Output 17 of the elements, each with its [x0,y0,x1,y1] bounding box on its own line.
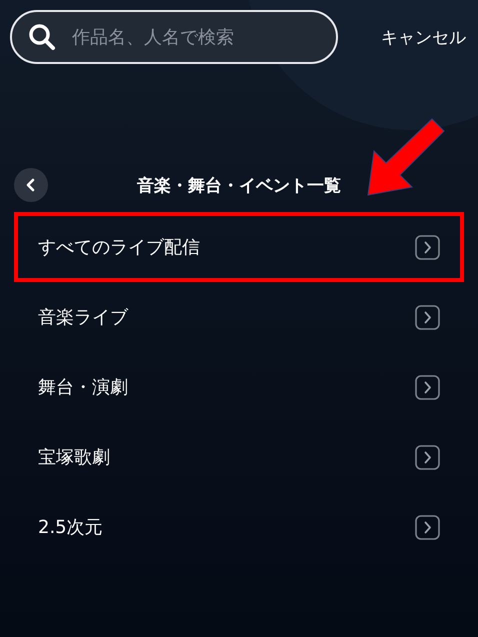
chevron-right-icon [415,444,440,470]
chevron-right-icon [415,304,440,330]
search-field[interactable]: 作品名、人名で検索 [70,26,320,48]
chevron-right-icon [415,374,440,400]
category-item[interactable]: 2.5次元 [14,492,464,562]
category-item[interactable]: すべてのライブ配信 [14,212,464,282]
search-icon [28,23,56,51]
category-item[interactable]: 音楽ライブ [14,282,464,352]
chevron-right-icon [415,234,440,260]
category-item[interactable]: 宝塚歌劇 [14,422,464,492]
chevron-left-icon [25,178,37,192]
search-field[interactable]: 作品名、人名で検索 [10,10,338,64]
chevron-right-icon [415,514,440,540]
category-item[interactable]: 舞台・演劇 [14,352,464,422]
cancel-button[interactable]: キャンセル [381,26,466,48]
page-title: 音楽・舞台・イベント一覧 [137,174,341,196]
back-button[interactable] [14,168,48,202]
